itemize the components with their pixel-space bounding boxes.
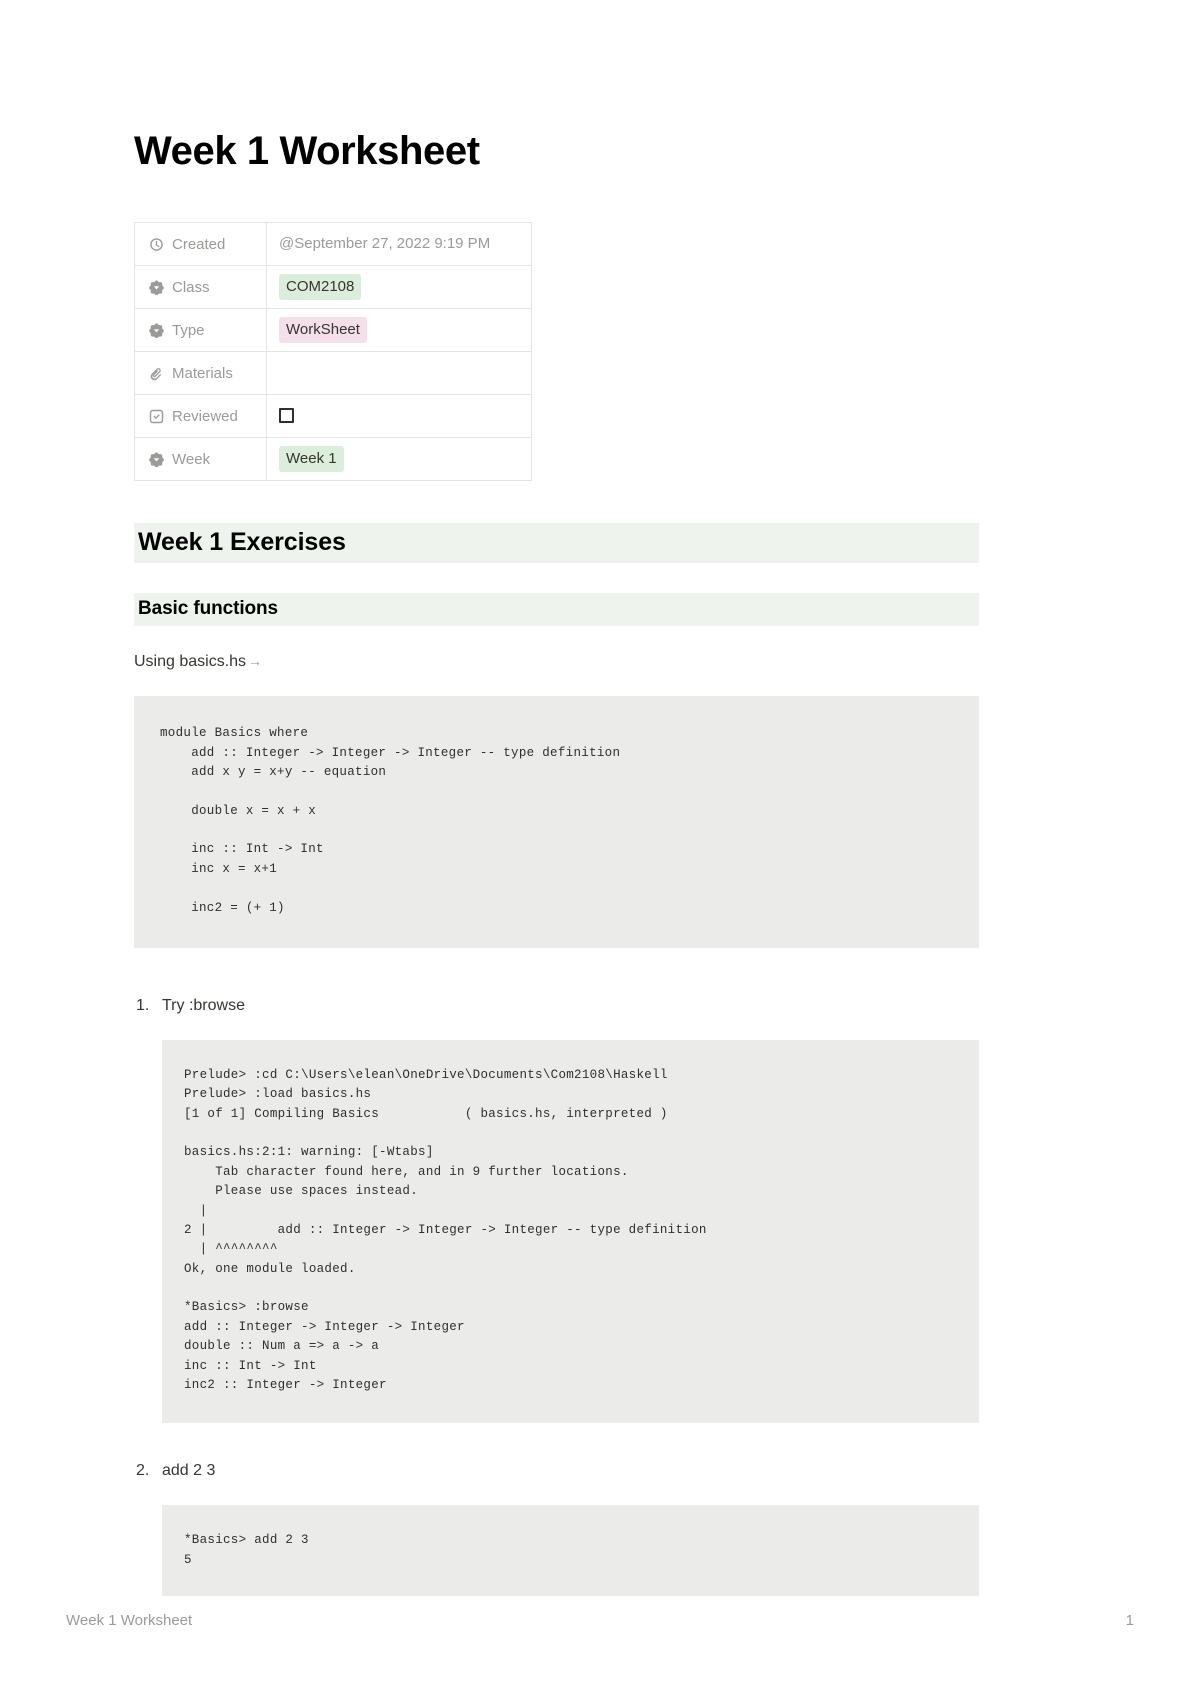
property-value-cell[interactable] [266, 394, 532, 438]
property-key-cell: Created [134, 222, 267, 266]
select-chevron-icon [149, 452, 164, 467]
page-footer: Week 1 Worksheet 1 [66, 1612, 1134, 1629]
arrow-right-icon: → [248, 653, 263, 670]
property-value-cell[interactable]: @September 27, 2022 9:19 PM [266, 222, 532, 266]
property-value-cell[interactable]: WorkSheet [266, 308, 532, 352]
code-block-ghci-add: *Basics> add 2 3 5 [162, 1505, 979, 1597]
checkbox-property-icon [149, 409, 164, 424]
code-block-basics-module: module Basics where add :: Integer -> In… [134, 696, 979, 948]
property-label: Materials [172, 364, 233, 382]
select-chevron-icon [149, 280, 164, 295]
footer-title: Week 1 Worksheet [66, 1612, 193, 1629]
intro-paragraph: Using basics.hs → [134, 650, 979, 674]
clock-icon [149, 237, 164, 252]
list-item: Try :browse Prelude> :cd C:\Users\elean\… [136, 994, 979, 1424]
property-label: Class [172, 278, 210, 296]
property-row-materials[interactable]: Materials [134, 351, 532, 395]
property-label: Type [172, 321, 205, 339]
document-page: Week 1 Worksheet Created @September 27, … [0, 0, 1200, 1698]
type-tag[interactable]: WorkSheet [279, 317, 367, 343]
property-key-cell: Week [134, 437, 267, 481]
paperclip-icon [149, 366, 164, 381]
class-tag[interactable]: COM2108 [279, 274, 362, 300]
property-row-type[interactable]: Type WorkSheet [134, 308, 532, 352]
page-content: Week 1 Worksheet Created @September 27, … [134, 128, 979, 1618]
property-key-cell: Reviewed [134, 394, 267, 438]
created-date-value: @September 27, 2022 9:19 PM [279, 235, 491, 252]
exercise-list: Try :browse Prelude> :cd C:\Users\elean\… [134, 994, 979, 1597]
property-label: Created [172, 235, 226, 253]
reviewed-checkbox[interactable] [279, 408, 294, 424]
property-row-reviewed[interactable]: Reviewed [134, 394, 532, 438]
properties-table: Created @September 27, 2022 9:19 PM Clas… [134, 222, 532, 481]
list-item: add 2 3 *Basics> add 2 3 5 [136, 1459, 979, 1597]
property-key-cell: Type [134, 308, 267, 352]
property-value-cell[interactable]: COM2108 [266, 265, 532, 309]
property-row-class[interactable]: Class COM2108 [134, 265, 532, 309]
footer-page-number: 1 [1125, 1612, 1134, 1629]
property-value-cell[interactable]: Week 1 [266, 437, 532, 481]
basics-file-link[interactable]: Using basics.hs [134, 653, 246, 670]
code-block-ghci-browse: Prelude> :cd C:\Users\elean\OneDrive\Doc… [162, 1039, 979, 1424]
property-row-created[interactable]: Created @September 27, 2022 9:19 PM [134, 222, 532, 266]
section-heading: Week 1 Exercises [134, 523, 979, 563]
property-key-cell: Class [134, 265, 267, 309]
property-label: Reviewed [172, 407, 238, 425]
subsection-heading: Basic functions [134, 592, 979, 627]
property-row-week[interactable]: Week Week 1 [134, 437, 532, 481]
property-value-cell[interactable] [266, 351, 532, 395]
week-tag[interactable]: Week 1 [279, 446, 344, 472]
property-label: Week [172, 450, 211, 468]
step-label: add 2 3 [162, 1462, 216, 1480]
page-title: Week 1 Worksheet [134, 129, 480, 173]
property-key-cell: Materials [134, 351, 267, 395]
select-chevron-icon [149, 323, 164, 338]
step-label: Try :browse [162, 996, 245, 1014]
